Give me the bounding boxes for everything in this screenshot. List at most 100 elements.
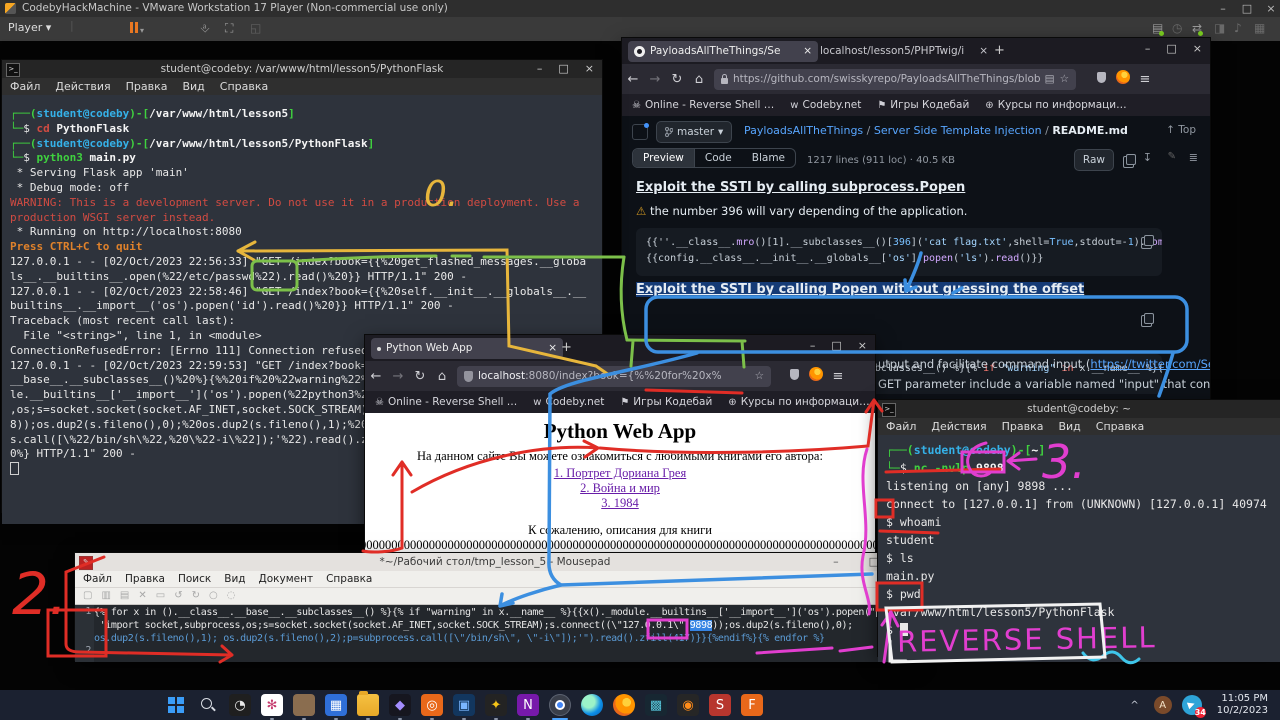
close-button[interactable]: × [858,339,867,352]
menu-item[interactable]: Документ [259,571,314,587]
copy-code-icon[interactable] [1141,234,1152,253]
photos-app-icon[interactable]: ▩ [645,694,667,716]
tray-app-icon[interactable]: A [1154,696,1172,714]
menu-item[interactable]: Файл [83,571,112,587]
copy-code-icon[interactable] [1141,312,1152,331]
onenote-app-icon[interactable]: N [517,694,539,716]
bookmark-item[interactable]: ☠Online - Reverse Shell … [375,396,517,408]
or-app-icon[interactable]: ◎ [421,694,443,716]
tab-preview[interactable]: Preview [633,149,695,167]
menu-item[interactable]: Правка [1002,418,1044,435]
player-menu[interactable]: Player ▾ [8,21,51,34]
maximize-button[interactable]: □ [831,339,841,352]
bookmark-item[interactable]: wCodeby.net [533,396,604,408]
menu-item[interactable]: Вид [1058,418,1080,435]
fullscreen-icon[interactable]: ⛶ [225,21,233,36]
menu-item[interactable]: Действия [55,78,110,95]
telegram-icon[interactable]: ▶ 34 [1182,695,1202,715]
forward-button[interactable]: → [644,72,666,87]
breadcrumb-folder[interactable]: Server Side Template Injection [874,124,1042,137]
f-app-icon[interactable]: F [741,694,763,716]
menu-item[interactable]: Файл [886,418,916,435]
bookmark-item[interactable]: ☠Online - Reverse Shell … [632,99,774,111]
toolbar-icon[interactable]: ▢ [83,588,92,604]
host-clock[interactable]: 11:05 PM 10/2/2023 [1217,693,1268,717]
search-icon[interactable] [197,694,219,716]
copy-raw-icon[interactable] [1123,153,1134,172]
minimize-button[interactable]: – [833,553,839,571]
vm-display-status-icon[interactable]: ▦ [1254,21,1265,35]
tray-chevron-icon[interactable]: ^ [1130,700,1138,711]
menu-item[interactable]: Вид [224,571,245,587]
reader-mode-icon[interactable]: ▤ [1045,73,1055,85]
vm-network-status-icon[interactable]: ⇄ [1192,21,1202,35]
tab-code[interactable]: Code [695,149,742,167]
back-button[interactable]: ← [622,72,644,87]
tab-localhost-phptwig[interactable]: localhost/lesson5/PHPTwig/i × [814,41,994,62]
vm-usb-status-icon[interactable]: ◨ [1214,21,1225,35]
slack-app-icon[interactable]: ✻ [261,694,283,716]
unity-icon[interactable]: ◱ [250,21,261,35]
twitter-link[interactable]: https://twitter.com/SecGus [1090,357,1210,371]
bookmark-item[interactable]: wCodeby.net [790,99,861,111]
terminal1-titlebar[interactable]: >_ student@codeby: /var/www/html/lesson5… [2,60,602,78]
tab-blame[interactable]: Blame [742,149,795,167]
back-button[interactable]: ← [365,369,387,384]
firefox-account-icon[interactable] [1112,70,1134,88]
forward-button[interactable]: → [387,369,409,384]
bookmark-star-icon[interactable]: ☆ [755,370,764,382]
book-link-1[interactable]: 1. Портрет Дориана Грея [554,466,686,480]
hamburger-menu-icon[interactable]: ≡ [827,369,849,384]
menu-item[interactable]: Поиск [178,571,211,587]
back-to-top-link[interactable]: ↑ Top [1166,124,1196,136]
terminal2-output[interactable]: ┌──(student@codeby)-[~]└─$ nc -nvlp 9898… [878,435,1280,662]
bookmark-item[interactable]: ⚑Игры Кодебай [877,99,969,111]
bookmark-star-icon[interactable]: ☆ [1060,73,1069,85]
new-tab-button[interactable]: + [994,43,1005,58]
mousepad-titlebar[interactable]: ✎ *~/Рабочий стол/tmp_lesson_5 - Mousepa… [75,553,915,571]
tab-close-icon[interactable]: × [979,41,988,62]
minimize-button[interactable]: – [810,339,816,352]
menu-item[interactable]: Вид [182,78,204,95]
firefox-host-icon[interactable] [613,694,635,716]
edge-icon[interactable] [581,694,603,716]
pause-vm-button[interactable]: ▾ [130,22,144,36]
edit-icon[interactable]: ✎ [1168,151,1176,162]
menu-item[interactable]: Справка [220,78,268,95]
breadcrumb-repo[interactable]: PayloadsAllTheThings [744,124,863,137]
obsidian-app-icon[interactable]: ◆ [389,694,411,716]
home-button[interactable]: ⌂ [688,72,710,87]
file-tree-icon[interactable] [632,124,648,140]
explorer-icon[interactable] [357,694,379,716]
bookmark-item[interactable]: ⊕Курсы по информаци… [728,396,869,408]
hamburger-menu-icon[interactable]: ≡ [1134,72,1156,87]
tab-close-icon[interactable]: × [548,338,557,359]
gauge-app-icon[interactable]: ◔ [229,694,251,716]
vm-sound-status-icon[interactable]: ♪ [1234,21,1242,35]
ctrl-alt-del-icon[interactable]: ⎀ [200,21,210,36]
outline-icon[interactable]: ≣ [1189,151,1198,164]
vm-disk-status-icon[interactable]: ▤ [1152,21,1163,35]
branch-selector[interactable]: master▾ [656,121,732,143]
minimize-button[interactable]: – [537,60,543,78]
portrait-app-icon[interactable] [293,694,315,716]
maximize-button[interactable]: □ [1166,42,1176,55]
home-button[interactable]: ⌂ [431,369,453,384]
calendar-app-icon[interactable]: ▦ [325,694,347,716]
vm-clock-status-icon[interactable]: ◷ [1172,21,1182,35]
heading-subprocess-popen[interactable]: Exploit the SSTI by calling subprocess.P… [636,180,965,195]
minimize-button[interactable]: – [1145,42,1151,55]
close-button[interactable]: × [1264,1,1278,16]
tab-close-icon[interactable]: × [803,41,812,62]
bookmark-item[interactable]: ⊕Курсы по информаци… [985,99,1126,111]
s-app-icon[interactable]: S [709,694,731,716]
toolbar-icon[interactable]: ↻ [192,588,200,604]
menu-item[interactable]: Справка [1096,418,1144,435]
new-tab-button[interactable]: + [561,340,572,355]
menu-item[interactable]: Правка [126,78,168,95]
heading-popen-no-offset[interactable]: Exploit the SSTI by calling Popen withou… [636,282,1084,297]
chrome-icon[interactable] [549,694,571,716]
raw-button[interactable]: Raw [1074,149,1114,171]
mousepad-editor[interactable]: 12 {% for x in ().__class__.__base__.__s… [75,605,915,662]
toolbar-icon[interactable]: ↺ [174,588,182,604]
